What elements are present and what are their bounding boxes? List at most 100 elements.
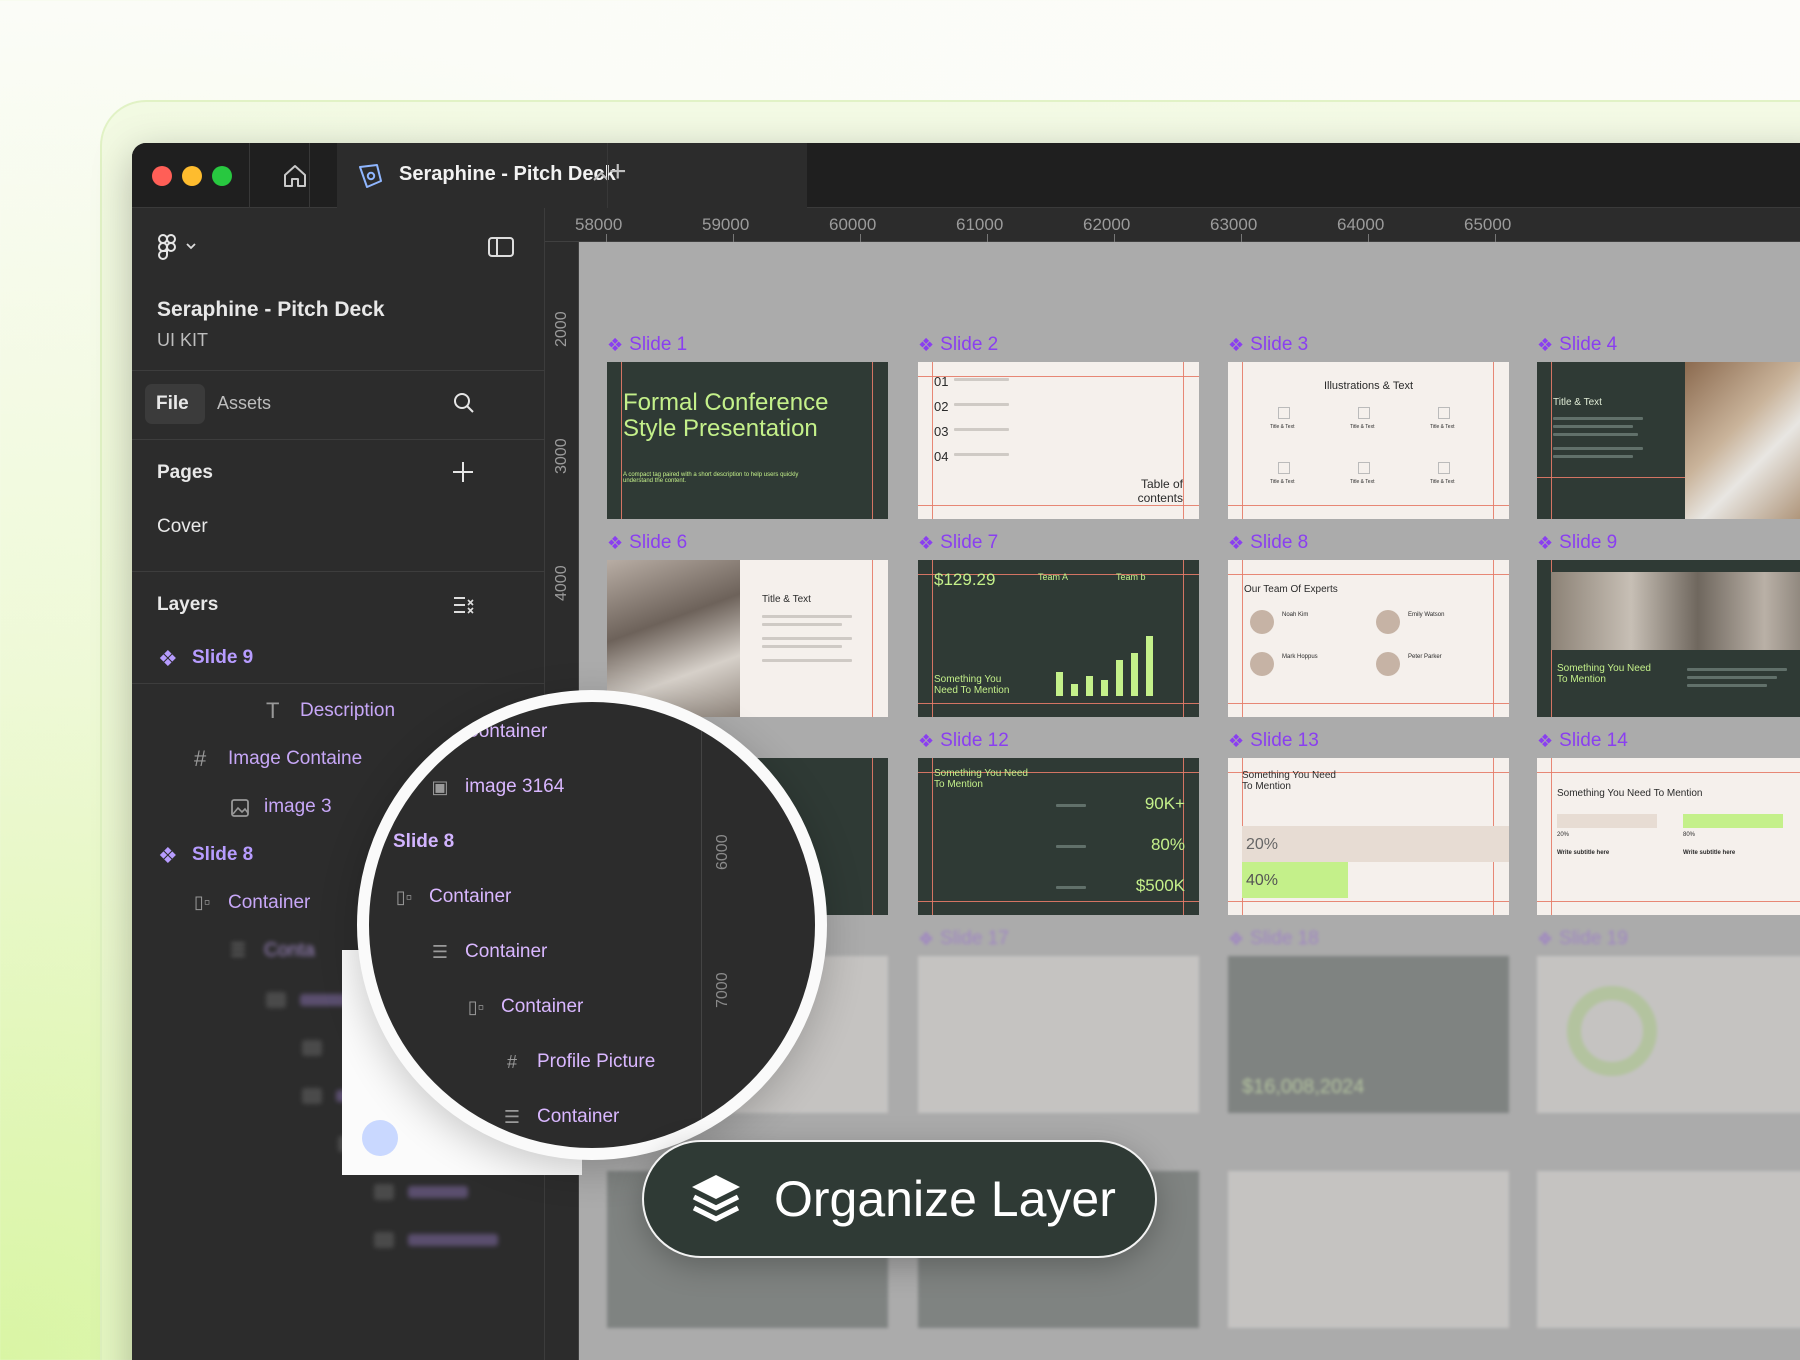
divider	[132, 370, 545, 371]
slide-label-7[interactable]: ❖ Slide 7	[918, 532, 998, 554]
layer-slide-9[interactable]: ❖ Slide 9	[132, 635, 545, 683]
component-icon: ❖	[918, 928, 935, 949]
component-icon: ❖	[1228, 928, 1245, 949]
toggle-sidebar-icon[interactable]	[487, 236, 515, 258]
slide-label-4[interactable]: ❖ Slide 4	[1537, 334, 1617, 356]
slide-thumbnail-2[interactable]: 01 02 03 04 Table of contents	[918, 362, 1199, 519]
layer-label: Slide 9	[192, 647, 254, 668]
slide-label-17[interactable]: ❖ Slide 17	[918, 928, 1009, 950]
file-icon	[359, 164, 382, 188]
layout-guide	[932, 362, 933, 519]
new-tab-button[interactable]: +	[609, 155, 627, 189]
slide-thumbnail-1[interactable]: Formal Conference Style Presentation A c…	[607, 362, 888, 519]
text-placeholder	[1687, 684, 1767, 687]
maximize-window-button[interactable]	[212, 166, 232, 186]
slide-thumbnail-18[interactable]: $16,008,2024	[1228, 956, 1509, 1113]
slide-thumbnail-17[interactable]	[918, 956, 1199, 1113]
slide-thumbnail[interactable]	[1228, 1171, 1509, 1328]
figma-logo-icon[interactable]	[157, 233, 179, 261]
document-tab[interactable]: Seraphine - Pitch Deck	[337, 143, 807, 208]
magnified-layer-image[interactable]: ▣ image 3164	[429, 776, 564, 798]
magnified-layer-container[interactable]: ▯▫ Container	[465, 996, 584, 1018]
layout-guide	[872, 362, 873, 519]
slide-label-18[interactable]: ❖ Slide 18	[1228, 928, 1319, 950]
magnified-layer-container[interactable]: ☰ Container	[429, 941, 547, 963]
slide-thumbnail[interactable]	[1537, 1171, 1800, 1328]
slide-label-9[interactable]: ❖ Slide 9	[1537, 532, 1617, 554]
avatar	[1250, 652, 1274, 676]
ruler-label: 64000	[1337, 215, 1385, 234]
slide-label-3[interactable]: ❖ Slide 3	[1228, 334, 1308, 356]
titlebar-divider	[249, 143, 250, 208]
text-placeholder	[762, 623, 842, 626]
person-name: Peter Parker	[1408, 654, 1442, 660]
item-title: Title & Text	[1350, 479, 1375, 485]
layout-guide	[872, 758, 873, 915]
text-placeholder	[954, 428, 1009, 431]
text-placeholder	[762, 659, 852, 662]
minimize-window-button[interactable]	[182, 166, 202, 186]
text-placeholder	[1553, 425, 1633, 428]
component-icon: ❖	[1228, 334, 1245, 355]
add-page-icon[interactable]	[451, 460, 475, 484]
ruler-edge	[701, 702, 702, 1148]
magnified-layer-slide-8[interactable]: Slide 8	[393, 831, 454, 853]
search-icon[interactable]	[452, 391, 476, 415]
slide-thumbnail-6[interactable]: Title & Text	[607, 560, 888, 717]
layer-label: image 3	[264, 796, 332, 817]
slide-thumbnail-3[interactable]: Illustrations & Text Title & Text Title …	[1228, 362, 1509, 519]
layout-guide	[932, 560, 933, 717]
component-icon: ❖	[158, 843, 178, 868]
ruler-label: 4000	[553, 565, 570, 601]
slide-footer: Something You Need To Mention	[934, 674, 1010, 696]
titlebar-divider	[309, 143, 310, 208]
slide-title: Title & Text	[1553, 397, 1602, 408]
magnified-layer-container[interactable]: ▯▫ Container	[429, 721, 548, 743]
slide-thumbnail-14[interactable]: Something You Need To Mention 20% 80% Wr…	[1537, 758, 1800, 915]
tab-assets[interactable]: Assets	[217, 393, 271, 414]
chevron-down-icon[interactable]	[185, 241, 197, 251]
slide-thumbnail-19[interactable]	[1537, 956, 1800, 1113]
price-value: $129.29	[934, 570, 996, 589]
slide-label-13[interactable]: ❖ Slide 13	[1228, 730, 1319, 752]
slide-label-8[interactable]: ❖ Slide 8	[1228, 532, 1308, 554]
text-placeholder	[1553, 417, 1643, 420]
component-icon: ❖	[1537, 334, 1554, 355]
magnified-layer-container[interactable]: ☰ Container	[501, 1106, 619, 1128]
home-icon[interactable]	[280, 161, 310, 191]
text-placeholder	[1687, 668, 1787, 671]
magnified-layer-profile-picture[interactable]: # Profile Picture	[501, 1051, 655, 1073]
slide-label-12[interactable]: ❖ Slide 12	[918, 730, 1009, 752]
slide-label-6[interactable]: ❖ Slide 6	[607, 532, 687, 554]
layout-guide	[918, 901, 1199, 902]
ruler-label: 61000	[956, 215, 1004, 234]
close-window-button[interactable]	[152, 166, 172, 186]
slide-thumbnail-13[interactable]: Something You Need To Mention 20% 40%	[1228, 758, 1509, 915]
stat-value: $500K	[1135, 876, 1185, 895]
magnified-layer-container[interactable]: ▯▫ Container	[393, 886, 512, 908]
slide-label-2[interactable]: ❖ Slide 2	[918, 334, 998, 356]
layout-guide	[1228, 574, 1509, 575]
text-placeholder	[954, 403, 1009, 406]
frame-icon: #	[194, 746, 207, 771]
ruler-label: 63000	[1210, 215, 1258, 234]
slide-thumbnail-7[interactable]: $129.29 Team A Team b Something You Need…	[918, 560, 1199, 717]
hstack-icon: ▯▫	[395, 886, 413, 907]
page-item-cover[interactable]: Cover	[157, 516, 208, 538]
slide-label-14[interactable]: ❖ Slide 14	[1537, 730, 1628, 752]
slide-thumbnail-8[interactable]: Our Team Of Experts Noah Kim Emily Watso…	[1228, 560, 1509, 717]
layout-guide	[1537, 901, 1800, 902]
slide-thumbnail-4[interactable]: Title & Text	[1537, 362, 1800, 519]
slide-title: Something You Need To Mention	[934, 768, 1028, 790]
slide-label-1[interactable]: ❖ Slide 1	[607, 334, 687, 356]
layers-heading: Layers	[157, 594, 219, 615]
slide-thumbnail-12[interactable]: Something You Need To Mention 90K+ 80% $…	[918, 758, 1199, 915]
text-placeholder	[1056, 886, 1086, 889]
collapse-layers-icon[interactable]	[452, 594, 476, 616]
ruler-tick	[1495, 234, 1496, 242]
bar	[1116, 660, 1123, 696]
titlebar-divider	[607, 143, 608, 208]
slide-thumbnail-9[interactable]: Something You Need To Mention	[1537, 560, 1800, 717]
slide-label-19[interactable]: ❖ Slide 19	[1537, 928, 1628, 950]
ruler-label: 59000	[702, 215, 750, 234]
